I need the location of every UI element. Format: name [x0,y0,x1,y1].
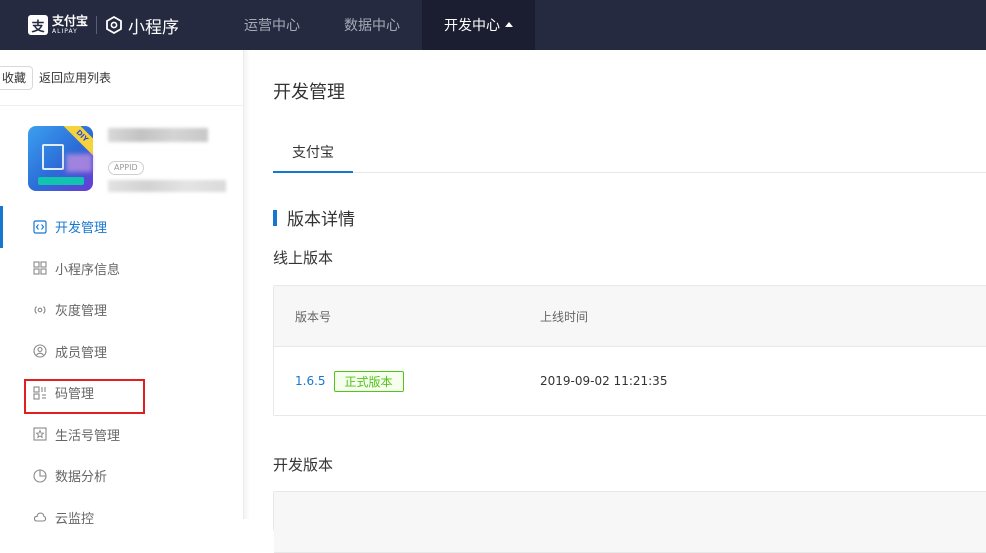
app-icon-bar [38,177,84,185]
header-version: 版本号 [295,309,332,324]
header-online-time: 上线时间 [540,309,589,324]
table-row: 1.6.5 正式版本 2019-09-02 11:21:35 [274,347,986,415]
sidebar-item-label: 生活号管理 [55,428,121,444]
sidebar-item-dev-management[interactable]: 开发管理 [0,206,243,248]
nav-label: 数据中心 [344,18,400,34]
appid-redacted [108,180,226,192]
product-name: 小程序 [128,17,180,38]
sidebar-item-label: 云监控 [55,511,95,527]
dev-version-table [273,491,986,553]
sidebar-item-label: 小程序信息 [55,262,121,278]
mini-program-logo-icon [106,16,122,34]
app-icon-glyph [42,144,64,170]
section-mark [273,209,277,226]
alipay-en-label: ALIPAY [52,28,78,35]
appid-tag: APPID [108,161,144,175]
nav-operations-center[interactable]: 运营中心 [222,0,322,50]
main-content: 开发管理 支付宝 版本详情 线上版本 版本号 上线时间 1.6.5 正式版本 2… [252,50,986,553]
table-header: 版本号 上线时间 [274,286,986,347]
cloud-icon [33,512,47,522]
caret-up-icon [505,21,513,27]
app-card: DIY APPID [0,106,243,206]
back-row: 收藏 返回应用列表 [0,50,243,106]
user-circle-icon [33,344,47,358]
favorite-button[interactable]: 收藏 [0,65,34,90]
section-title-text: 版本详情 [287,210,355,230]
sidebar-item-label: 灰度管理 [55,304,108,320]
sidebar-item-label: 成员管理 [55,345,108,361]
sidebar-item-data-analysis[interactable]: 数据分析 [0,455,243,497]
sidebar-item-mini-program-info[interactable]: 小程序信息 [0,248,243,290]
sidebar-item-gray-release[interactable]: 灰度管理 [0,289,243,331]
code-icon [33,220,47,234]
cell-online-time: 2019-09-02 11:21:35 [540,374,668,388]
version-link[interactable]: 1.6.5 [295,374,326,388]
sidebar-item-member-management[interactable]: 成员管理 [0,331,243,373]
app-name-redacted [108,128,208,142]
star-square-icon [33,427,47,441]
online-version-title: 线上版本 [273,249,334,267]
online-version-table: 版本号 上线时间 1.6.5 正式版本 2019-09-02 11:21:35 [273,285,986,416]
page-title: 开发管理 [273,82,345,103]
highlight-annotation-box [24,379,145,414]
nav-development-center[interactable]: 开发中心 [422,0,535,50]
table-header [274,492,986,553]
section-title: 版本详情 [273,205,355,230]
redacted-area [66,154,92,172]
broadcast-icon [34,305,46,314]
nav-data-center[interactable]: 数据中心 [322,0,422,50]
status-badge: 正式版本 [333,370,404,392]
sidebar-item-lifestyle-account[interactable]: 生活号管理 [0,414,243,456]
sidebar-item-label: 数据分析 [55,470,108,486]
brand-divider [96,16,98,34]
alipay-cn-label: 支付宝 [52,14,89,28]
grid-icon [33,261,47,275]
nav-label: 运营中心 [244,18,300,34]
sidebar-menu: 开发管理 小程序信息 灰度管理 成员管理 码管理 生活号管理 数据分析 云监控 [0,206,243,538]
tab-alipay[interactable]: 支付宝 [273,133,353,173]
cell-version: 1.6.5 正式版本 [274,370,520,392]
sidebar-shadow [244,50,250,519]
pie-chart-icon [33,469,47,483]
dev-version-title: 开发版本 [273,456,334,474]
back-to-app-list-link[interactable]: 返回应用列表 [39,69,111,86]
top-navigation: 支 支付宝 ALIPAY 小程序 运营中心 数据中心 开发中心 [0,0,986,50]
sidebar-item-cloud-monitoring[interactable]: 云监控 [0,497,243,539]
alipay-logo-icon: 支 [28,15,48,35]
sidebar: 收藏 返回应用列表 DIY APPID 开发管理 小程序信息 灰度管理 成员管理… [0,50,244,527]
nav-label: 开发中心 [444,18,500,34]
brand[interactable]: 支 支付宝 ALIPAY 小程序 [0,0,222,50]
sidebar-item-label: 开发管理 [55,221,108,237]
alipay-wordmark: 支付宝 ALIPAY [52,15,88,35]
tab-bar: 支付宝 [273,133,986,173]
